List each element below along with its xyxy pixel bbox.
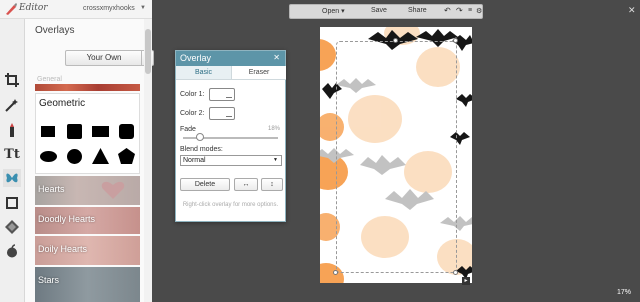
tile-stars-label: Stars — [38, 275, 60, 285]
shape-circle[interactable] — [67, 149, 82, 164]
settings-gear-icon[interactable]: ⚙ — [476, 7, 482, 15]
color2-label: Color 2: — [180, 110, 205, 117]
overlay-dialog: Overlay ✕ Basic Eraser Color 1: Color 2:… — [175, 50, 286, 222]
tab-basic[interactable]: Basic — [176, 66, 231, 80]
tile-stars[interactable]: Stars — [35, 267, 140, 302]
crop-icon[interactable] — [3, 71, 21, 89]
selection-handle-top[interactable] — [393, 38, 398, 43]
chevron-down-icon: ▼ — [273, 157, 278, 163]
selection-handle-bottom-right[interactable] — [453, 270, 458, 275]
tile-hearts-label: Hearts — [38, 184, 65, 194]
panel-scrollbar[interactable] — [144, 19, 152, 302]
category-label: General — [37, 76, 62, 83]
shape-triangle[interactable] — [92, 148, 109, 164]
shape-rounded-square[interactable] — [67, 124, 82, 139]
fade-label: Fade — [180, 126, 196, 133]
layers-icon[interactable]: ≡ — [468, 7, 472, 14]
blend-label: Blend modes: — [180, 146, 223, 153]
blend-mode-value: Normal — [183, 157, 206, 164]
user-menu-caret-icon[interactable]: ▼ — [140, 5, 146, 11]
selection-handle-bottom-left[interactable] — [333, 270, 338, 275]
color1-swatch[interactable] — [209, 88, 235, 101]
shape-square[interactable] — [119, 124, 134, 139]
logo-text: Editor — [19, 3, 48, 13]
flip-vertical-icon[interactable]: ↕ — [261, 178, 283, 191]
magic-wand-icon[interactable] — [3, 96, 21, 114]
shape-wide-rectangle[interactable] — [92, 126, 109, 137]
your-own-button[interactable]: Your Own ▼ — [65, 50, 154, 66]
fade-slider-knob[interactable] — [196, 133, 205, 141]
dialog-title: Overlay — [180, 53, 212, 63]
your-own-label: Your Own — [86, 53, 122, 62]
tool-rail: Tt — [0, 19, 25, 302]
app-header: Editor crossxmyxhooks ▼ — [0, 0, 152, 19]
delete-button[interactable]: Delete — [180, 178, 230, 191]
undo-icon[interactable]: ↶ — [444, 6, 451, 15]
share-button[interactable]: Share — [408, 7, 427, 14]
geometric-card[interactable]: Geometric — [35, 93, 140, 174]
frame-icon[interactable] — [3, 194, 21, 212]
resize-corner-icon[interactable]: ▸ — [462, 277, 470, 285]
shape-rectangle[interactable] — [41, 126, 55, 137]
close-icon[interactable]: ✕ — [628, 5, 636, 16]
save-button[interactable]: Save — [371, 7, 387, 14]
redo-icon[interactable]: ↷ — [456, 6, 463, 15]
dialog-header[interactable]: Overlay ✕ — [176, 51, 285, 66]
selection-handle-top-right[interactable] — [453, 38, 458, 43]
geometric-title: Geometric — [39, 98, 86, 109]
panel-scrollbar-thumb[interactable] — [145, 29, 151, 74]
butterfly-icon[interactable] — [3, 169, 21, 187]
flip-horizontal-icon[interactable]: ↔ — [234, 178, 258, 191]
overlay-selection-frame[interactable] — [336, 41, 457, 273]
prev-category-preview[interactable] — [35, 84, 140, 91]
tile-doily-hearts-label: Doily Hearts — [38, 244, 88, 254]
texture-icon[interactable] — [3, 218, 21, 236]
zoom-level[interactable]: 17% — [617, 289, 631, 296]
username[interactable]: crossxmyxhooks — [83, 5, 135, 12]
tile-hearts[interactable]: Hearts — [35, 176, 140, 205]
panel-title: Overlays — [35, 25, 75, 36]
touch-up-icon[interactable] — [3, 121, 21, 139]
tile-doodly-hearts[interactable]: Doodly Hearts — [35, 207, 140, 234]
dialog-close-icon[interactable]: ✕ — [273, 53, 280, 62]
dialog-hint: Right-click overlay for more options. — [182, 202, 279, 208]
color2-swatch[interactable] — [209, 107, 235, 120]
open-menu[interactable]: Open ▾ — [322, 7, 345, 15]
tile-doodly-hearts-label: Doodly Hearts — [38, 214, 96, 224]
open-label: Open — [322, 8, 340, 15]
fade-value: 18% — [267, 126, 280, 132]
color1-label: Color 1: — [180, 91, 205, 98]
top-toolbar: Open ▾ Save Share ↶ ↷ ≡ ⚙ — [289, 4, 483, 19]
tile-doily-hearts[interactable]: Doily Hearts — [35, 236, 140, 265]
tab-eraser[interactable]: Eraser — [231, 66, 286, 80]
heart-icon — [101, 181, 125, 199]
text-icon[interactable]: Tt — [3, 145, 21, 163]
shape-ellipse[interactable] — [40, 151, 57, 162]
logo-icon — [6, 3, 17, 15]
shape-pentagon[interactable] — [118, 148, 135, 164]
blend-mode-select[interactable]: Normal ▼ — [180, 155, 282, 166]
apple-icon[interactable] — [3, 242, 21, 260]
